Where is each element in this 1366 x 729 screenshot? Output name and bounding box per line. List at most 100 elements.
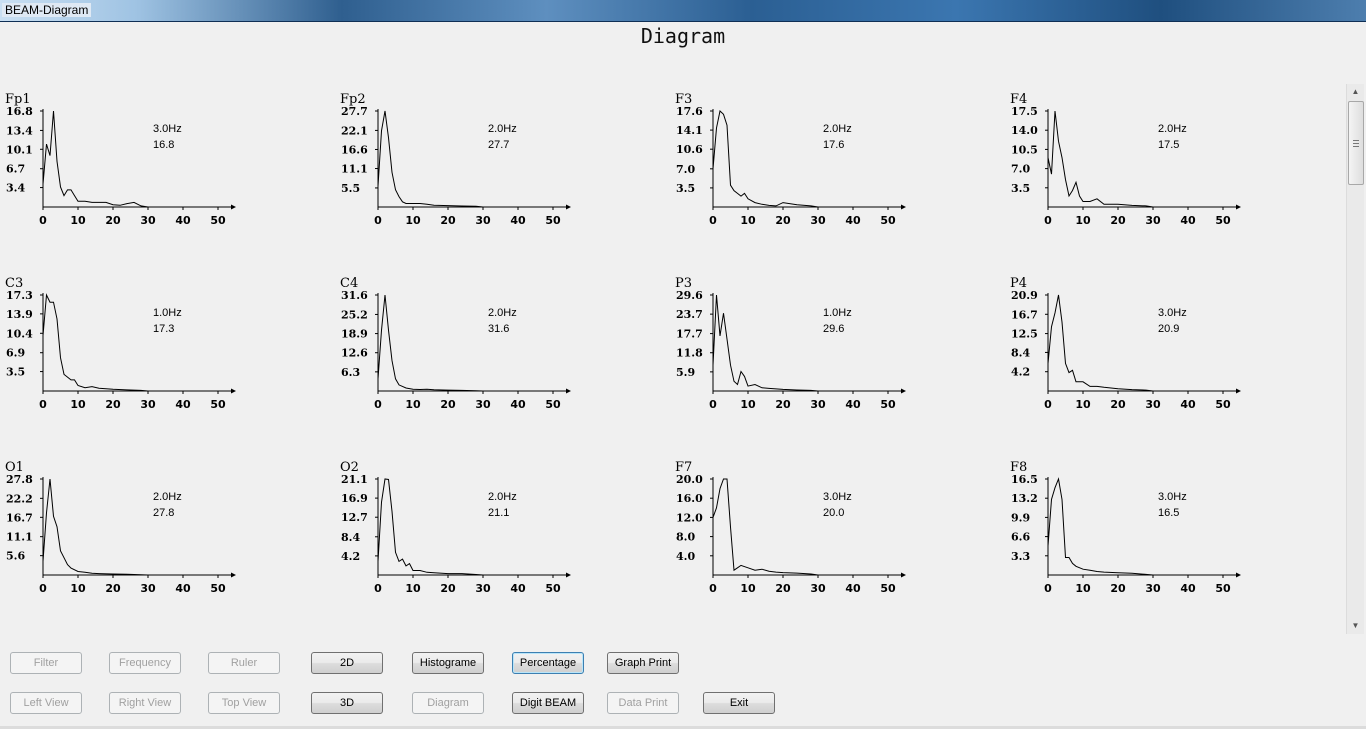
x-axis-arrow-icon [1236,388,1241,394]
x-tick-label: 50 [1215,398,1231,411]
x-tick-label: 10 [740,214,756,227]
peak-frequency: 3.0Hz [823,491,852,503]
x-tick-label: 20 [105,582,121,595]
x-tick-label: 50 [545,398,561,411]
y-tick-label: 10.5 [1011,143,1038,156]
x-tick-label: 10 [740,398,756,411]
x-axis-arrow-icon [901,204,906,210]
channel-label: Fp2 [340,92,366,107]
x-tick-label: 50 [545,582,561,595]
scrollbar-thumb[interactable] [1348,101,1364,185]
x-tick-label: 40 [510,214,526,227]
spectrum-plot-o2: 0 10 20 30 40 5021.116.912.78.44.2O22.0Hz21.1 [340,460,571,595]
grip-icon [1353,140,1359,147]
right-view-button[interactable]: Right View [109,692,181,714]
x-tick-label: 30 [1145,398,1161,411]
y-tick-label: 3.3 [1011,550,1030,563]
frequency-button[interactable]: Frequency [109,652,181,674]
x-tick-label: 40 [1180,214,1196,227]
x-tick-label: 30 [475,214,491,227]
x-tick-label: 30 [810,582,826,595]
x-axis-arrow-icon [231,204,236,210]
x-axis-arrow-icon [1236,204,1241,210]
percentage-button[interactable]: Percentage [512,652,584,674]
x-tick-label: 10 [1075,582,1091,595]
top-view-button[interactable]: Top View [208,692,280,714]
x-tick-label: 10 [70,214,86,227]
spectrum-line [377,294,484,392]
2d-button[interactable]: 2D [311,652,383,674]
x-tick-label: 0 [374,214,382,227]
scroll-down-icon[interactable]: ▼ [1347,618,1364,634]
digit-beam-button[interactable]: Digit BEAM [512,692,584,714]
spectrum-plot-p3: 0 10 20 30 40 5029.623.717.711.85.9P31.0Hz29.… [675,276,906,411]
x-tick-label: 10 [405,582,421,595]
channel-label: O2 [340,460,359,475]
filter-button[interactable]: Filter [10,652,82,674]
spectrum-line [1047,477,1154,576]
channel-label: C4 [340,276,358,291]
y-tick-label: 6.6 [1011,531,1030,544]
vertical-scrollbar[interactable]: ▲ ▼ [1346,84,1364,634]
y-tick-label: 22.2 [6,492,33,505]
x-tick-label: 10 [740,582,756,595]
x-tick-label: 10 [70,582,86,595]
x-tick-label: 50 [545,214,561,227]
peak-value: 20.9 [1158,323,1179,335]
x-tick-label: 10 [1075,214,1091,227]
window-title: BEAM-Diagram [2,3,92,17]
peak-frequency: 3.0Hz [153,123,182,135]
x-tick-label: 40 [175,398,191,411]
data-print-button[interactable]: Data Print [607,692,679,714]
channel-label: P4 [1010,276,1027,291]
x-tick-label: 50 [880,398,896,411]
spectrum-plot-f7: 0 10 20 30 40 5020.016.012.08.04.0F73.0Hz20.0 [675,460,906,595]
spectrum-line [712,478,819,576]
peak-value: 20.0 [823,507,844,519]
y-tick-label: 5.5 [341,182,360,195]
window-titlebar: BEAM-Diagram [0,0,1366,22]
page-title: Diagram [640,24,726,48]
y-tick-label: 16.0 [676,492,703,505]
peak-value: 31.6 [488,323,509,335]
x-tick-label: 30 [810,398,826,411]
3d-button[interactable]: 3D [311,692,383,714]
x-tick-label: 50 [880,214,896,227]
x-tick-label: 50 [210,582,226,595]
diagram-button[interactable]: Diagram [412,692,484,714]
x-tick-label: 40 [175,214,191,227]
spectrum-plot-f4: 0 10 20 30 40 5017.514.010.57.03.5F42.0Hz17.5 [1010,92,1241,227]
spectrum-plot-f8: 0 10 20 30 40 5016.513.29.96.63.3F83.0Hz16.5 [1010,460,1241,595]
y-tick-label: 23.7 [676,308,703,321]
x-tick-label: 20 [440,582,456,595]
x-tick-label: 20 [775,398,791,411]
spectrum-line [42,478,149,576]
x-tick-label: 50 [1215,214,1231,227]
peak-frequency: 2.0Hz [823,123,852,135]
x-tick-label: 20 [440,214,456,227]
y-tick-label: 22.1 [341,124,368,137]
exit-button[interactable]: Exit [703,692,775,714]
y-tick-label: 10.4 [6,327,33,340]
graph-print-button[interactable]: Graph Print [607,652,679,674]
histograme-button[interactable]: Histograme [412,652,484,674]
peak-frequency: 3.0Hz [1158,491,1187,503]
spectrum-plot-o1: 0 10 20 30 40 5027.822.216.711.15.6O12.0Hz27.… [5,460,236,595]
peak-value: 21.1 [488,507,509,519]
left-view-button[interactable]: Left View [10,692,82,714]
y-tick-label: 12.0 [676,511,703,524]
y-tick-label: 13.9 [6,308,33,321]
y-tick-label: 17.7 [676,328,703,341]
x-tick-label: 30 [475,582,491,595]
x-tick-label: 20 [775,582,791,595]
x-tick-label: 30 [1145,582,1161,595]
y-tick-label: 6.7 [6,163,25,176]
peak-frequency: 2.0Hz [488,491,517,503]
scroll-up-icon[interactable]: ▲ [1347,84,1364,100]
peak-frequency: 3.0Hz [1158,307,1187,319]
spectrum-line [377,110,484,208]
peak-frequency: 1.0Hz [823,307,852,319]
ruler-button[interactable]: Ruler [208,652,280,674]
y-tick-label: 10.1 [6,143,33,156]
x-tick-label: 0 [1044,214,1052,227]
